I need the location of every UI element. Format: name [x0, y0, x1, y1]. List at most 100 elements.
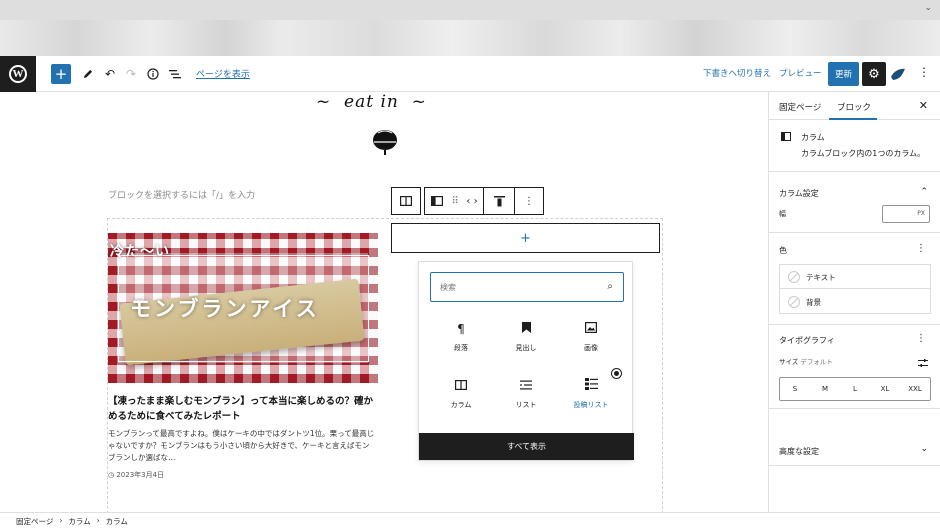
- block-toolbar: ⠿ ‹ › ⋮: [391, 187, 544, 215]
- empty-swatch-icon: [788, 271, 800, 283]
- switch-to-draft-button[interactable]: 下書きへ切り替え: [703, 67, 771, 79]
- post-title[interactable]: 【凍ったまま楽しむモンブラン】って本当に楽しめるの？確かめるために食べてみたレポ…: [108, 394, 378, 424]
- editor-canvas: ~ eat in ~ ブロックを選択するには「/」を入力 冷た～い モンブランア…: [0, 92, 768, 512]
- column-block-icon: [781, 132, 791, 141]
- image-icon: [561, 319, 621, 339]
- width-unit[interactable]: PX: [917, 210, 925, 217]
- more-vertical-icon[interactable]: ⋮: [918, 65, 930, 79]
- color-background-option[interactable]: 背景: [780, 290, 930, 314]
- tab-block[interactable]: ブロック: [837, 101, 871, 113]
- column-settings-title[interactable]: カラム設定: [779, 188, 819, 199]
- move-arrows-icon[interactable]: ‹ ›: [461, 188, 483, 214]
- drag-handle-icon[interactable]: ⠿: [449, 188, 461, 214]
- color-text-option[interactable]: テキスト: [780, 265, 930, 289]
- inserter-search-input[interactable]: 検索 ⌕: [430, 272, 624, 302]
- undo-icon[interactable]: ↶: [103, 65, 117, 83]
- thumbnail-caption-small: 冷た～い: [110, 244, 170, 260]
- size-label: サイズ デフォルト: [779, 356, 833, 366]
- chevron-right-icon: ›: [59, 516, 63, 525]
- browser-tabbar: ⌄: [0, 0, 940, 20]
- browser-toolbar-blurred: [0, 20, 940, 56]
- update-button[interactable]: 更新: [828, 62, 859, 86]
- block-card: カラム カラムブロック内の1つのカラム。: [769, 120, 940, 172]
- breadcrumb: 固定ページ › カラム › カラム: [16, 516, 128, 527]
- post-excerpt: モンブランって最高ですよね。僕はケーキの中ではダントツ1位。栗って最高じゃないで…: [108, 429, 375, 462]
- settings-sidebar: 固定ページ ブロック ✕ カラム カラムブロック内の1つのカラム。 カラム設定 …: [768, 92, 940, 512]
- plugin-badge-icon: [612, 369, 621, 378]
- block-paragraph[interactable]: ¶ 段落: [431, 319, 491, 369]
- color-background-label: 背景: [806, 298, 821, 307]
- block-columns[interactable]: カラム: [431, 376, 491, 426]
- block-label: 画像: [584, 344, 598, 352]
- block-appender-button[interactable]: +: [391, 223, 660, 253]
- size-label-text: サイズ: [779, 358, 799, 366]
- column-block-icon[interactable]: [425, 188, 449, 214]
- block-card-title: カラム: [801, 133, 825, 142]
- font-size-xxl[interactable]: XXL: [900, 378, 930, 400]
- block-heading[interactable]: 見出し: [496, 319, 556, 369]
- block-placeholder[interactable]: ブロックを選択するには「/」を入力: [108, 188, 255, 201]
- gear-icon[interactable]: ⚙: [862, 62, 886, 86]
- chevron-up-icon[interactable]: ⌃: [920, 187, 928, 197]
- heading-icon: [496, 319, 556, 339]
- search-icon: ⌕: [607, 281, 613, 292]
- editor-header: W + ↶ ↷ ページを表示 下書きへ切り替え プレビュー 更新 ⚙ ⋮: [0, 56, 940, 92]
- wordpress-logo-mark: W: [9, 65, 27, 83]
- dome-cloche-icon: [373, 130, 397, 155]
- typography-options-icon[interactable]: ⋮: [916, 333, 926, 344]
- advanced-panel: 高度な設定 ⌄: [769, 434, 940, 466]
- close-icon[interactable]: ✕: [919, 99, 928, 112]
- block-options-icon[interactable]: ⋮: [515, 188, 543, 214]
- chevron-down-icon[interactable]: ⌄: [924, 3, 932, 13]
- color-title: 色: [779, 246, 787, 255]
- block-post-list[interactable]: 投稿リスト: [561, 376, 621, 426]
- font-size-s[interactable]: S: [780, 378, 810, 400]
- block-label: 投稿リスト: [573, 401, 609, 409]
- breadcrumb-item[interactable]: 固定ページ: [16, 516, 53, 527]
- post-list-icon: [561, 376, 621, 396]
- block-toolbar-parent-group: [391, 187, 421, 215]
- wordpress-logo[interactable]: W: [0, 56, 36, 92]
- block-toolbar-main-group: ⠿ ‹ › ⋮: [424, 187, 544, 215]
- breadcrumb-item[interactable]: カラム: [68, 516, 90, 527]
- pencil-icon[interactable]: [80, 65, 94, 83]
- block-label: リスト: [515, 401, 537, 409]
- vertical-align-top-icon[interactable]: [484, 188, 514, 214]
- breadcrumb-item[interactable]: カラム: [106, 516, 128, 527]
- preview-button[interactable]: プレビュー: [779, 67, 822, 79]
- font-size-xl[interactable]: XL: [870, 378, 900, 400]
- color-options-icon[interactable]: ⋮: [916, 243, 926, 254]
- list-view-icon[interactable]: [168, 65, 182, 83]
- block-list[interactable]: リスト: [496, 376, 556, 426]
- jetpack-icon[interactable]: [890, 67, 906, 81]
- width-input[interactable]: PX: [882, 205, 930, 223]
- empty-swatch-icon: [788, 296, 800, 308]
- browse-all-button[interactable]: すべて表示: [419, 433, 634, 460]
- font-size-l[interactable]: L: [840, 378, 870, 400]
- tab-page[interactable]: 固定ページ: [779, 101, 821, 113]
- thumbnail-caption-title: モンブランアイス: [130, 297, 320, 321]
- advanced-title[interactable]: 高度な設定: [779, 446, 819, 457]
- width-label: 幅: [779, 210, 786, 218]
- font-size-picker: S M L XL XXL: [779, 377, 931, 401]
- font-size-m[interactable]: M: [810, 378, 840, 400]
- view-page-link[interactable]: ページを表示: [196, 67, 250, 80]
- block-image[interactable]: 画像: [561, 319, 621, 369]
- select-parent-columns-icon[interactable]: [392, 188, 420, 214]
- search-placeholder: 検索: [440, 283, 456, 292]
- add-block-button[interactable]: +: [51, 64, 71, 84]
- sidebar-tabs: 固定ページ ブロック ✕: [769, 92, 940, 120]
- info-icon[interactable]: [146, 65, 160, 83]
- redo-icon[interactable]: ↷: [124, 65, 138, 83]
- column-settings-panel: カラム設定 ⌃ 幅: [769, 172, 940, 233]
- size-default-text: デフォルト: [800, 358, 833, 366]
- chevron-down-icon[interactable]: ⌄: [920, 444, 928, 454]
- block-inserter-popover: 検索 ⌕ ¶ 段落 見出し 画像 カラム リスト 投稿リスト すべて表示: [418, 261, 634, 461]
- block-card-description: カラムブロック内の1つのカラム。: [801, 149, 926, 158]
- post-date-text: 2023年3月4日: [116, 471, 165, 479]
- block-breadcrumb-bar: 固定ページ › カラム › カラム: [0, 512, 940, 528]
- columns-icon: [431, 376, 491, 396]
- custom-size-icon[interactable]: [918, 359, 928, 367]
- list-icon: [496, 376, 556, 396]
- post-thumbnail[interactable]: 冷た～い モンブランアイス: [108, 233, 378, 383]
